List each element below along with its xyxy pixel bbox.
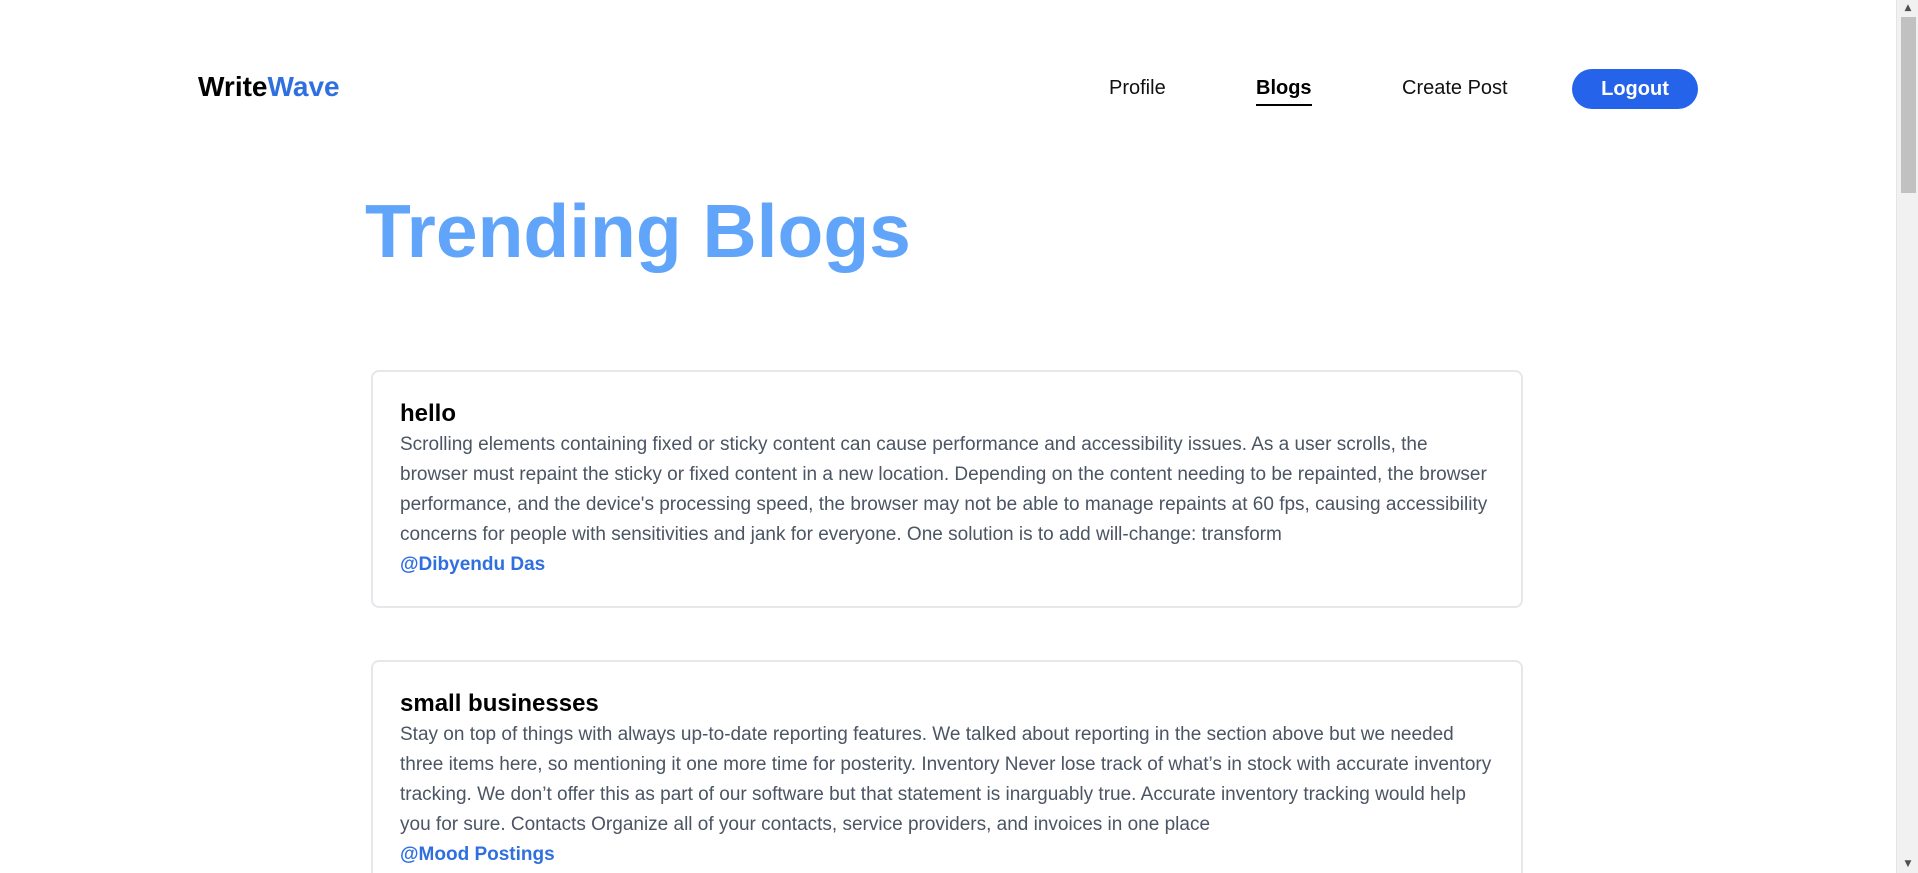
vertical-scrollbar[interactable]: ▲ ▼	[1896, 0, 1918, 873]
brand-name-part1: Write	[198, 71, 268, 102]
navbar: WriteWave Profile Blogs Create Post Logo…	[0, 0, 1896, 180]
scrollbar-thumb[interactable]	[1901, 17, 1916, 193]
page-title: Trending Blogs	[365, 189, 911, 273]
blog-card[interactable]: hello Scrolling elements containing fixe…	[371, 370, 1523, 608]
blog-card[interactable]: small businesses Stay on top of things w…	[371, 660, 1523, 873]
blog-title[interactable]: small businesses	[400, 689, 1495, 719]
logout-button[interactable]: Logout	[1572, 69, 1698, 109]
nav-profile-link[interactable]: Profile	[1109, 77, 1166, 100]
blog-author-link[interactable]: @Mood Postings	[400, 840, 555, 870]
page: WriteWave Profile Blogs Create Post Logo…	[0, 0, 1918, 873]
blog-author-link[interactable]: @Dibyendu Das	[400, 550, 545, 580]
brand-name-part2: Wave	[267, 71, 340, 102]
triangle-up-icon[interactable]: ▲	[1897, 0, 1918, 17]
nav-create-post-link[interactable]: Create Post	[1402, 77, 1508, 100]
nav-blogs-link[interactable]: Blogs	[1256, 77, 1312, 106]
blog-excerpt: Scrolling elements containing fixed or s…	[400, 434, 1488, 545]
triangle-down-icon[interactable]: ▼	[1897, 856, 1918, 873]
blog-title[interactable]: hello	[400, 399, 1495, 429]
blog-excerpt: Stay on top of things with always up-to-…	[400, 724, 1492, 835]
brand-logo[interactable]: WriteWave	[198, 71, 340, 103]
